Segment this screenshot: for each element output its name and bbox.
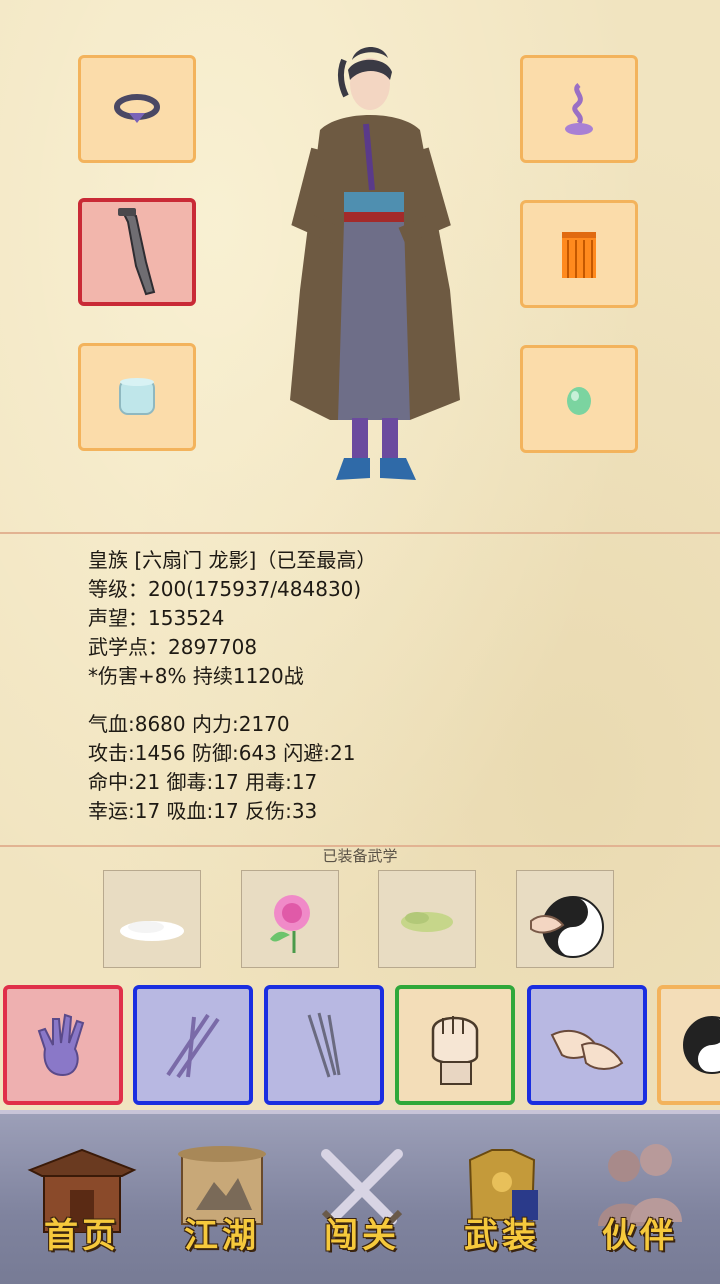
title-line: 皇族 [六扇门 龙影]（已至最高）	[88, 548, 377, 572]
sword-flurry-icon	[166, 1013, 220, 1079]
rose-icon	[270, 895, 310, 953]
character-info: 皇族 [六扇门 龙影]（已至最高） 等级：200(175937/484830) …	[88, 546, 376, 691]
incense-icon	[565, 83, 593, 135]
equip-slot-jade[interactable]	[520, 345, 638, 453]
taiji-skill-icon	[683, 1016, 720, 1074]
reputation-line: 声望：153524	[88, 606, 225, 630]
character-stats: 气血:8680 内力:2170 攻击:1456 防御:643 闪避:21 命中:…	[88, 710, 355, 826]
equip-slot-incense[interactable]	[520, 55, 638, 163]
skill-slot-sword-flurry[interactable]	[133, 985, 253, 1105]
equipped-skill-mist[interactable]	[103, 870, 201, 968]
equipped-skill-rose[interactable]	[241, 870, 339, 968]
jade-icon	[567, 387, 591, 415]
skill-bar	[0, 982, 720, 1106]
nav-gear[interactable]: 武装	[442, 1130, 562, 1270]
martial-points-line: 武学点：2897708	[88, 635, 258, 659]
garment-icon	[562, 232, 596, 278]
level-line: 等级：200(175937/484830)	[88, 577, 362, 601]
nav-partner-label: 伙伴	[602, 1216, 678, 1256]
skill-slot-palm[interactable]	[3, 985, 123, 1105]
stats-row-4: 幸运:17 吸血:17 反伤:33	[88, 799, 318, 823]
fist-icon	[431, 1016, 479, 1085]
blade-icon	[307, 1012, 341, 1078]
nav-home[interactable]: 首页	[22, 1130, 142, 1270]
palm-icon	[37, 1013, 85, 1077]
ring-icon	[114, 94, 160, 123]
skill-slot-fist[interactable]	[395, 985, 515, 1105]
weapon-icon	[118, 208, 156, 296]
equip-slot-garment[interactable]	[520, 200, 638, 308]
equipped-martial-title: 已装备武学	[322, 847, 398, 865]
green-mist-icon	[401, 912, 453, 932]
stats-row-1: 气血:8680 内力:2170	[88, 712, 290, 736]
nav-jianghu[interactable]: 江湖	[162, 1130, 282, 1270]
bracer-icon	[119, 378, 155, 415]
taiji-icon	[530, 896, 604, 958]
character-portrait	[290, 46, 460, 480]
nav-gear-label: 武装	[464, 1216, 540, 1256]
equipped-skill-green-mist[interactable]	[378, 870, 476, 968]
hands-icon	[550, 1030, 624, 1070]
nav-jianghu-label: 江湖	[184, 1216, 260, 1256]
stats-row-2: 攻击:1456 防御:643 闪避:21	[88, 741, 356, 765]
stats-row-3: 命中:21 御毒:17 用毒:17	[88, 770, 318, 794]
mist-icon	[120, 921, 184, 941]
buff-line: *伤害+8% 持续1120战	[88, 664, 304, 688]
nav-challenge[interactable]: 闯关	[302, 1130, 422, 1270]
nav-challenge-label: 闯关	[324, 1216, 400, 1256]
skill-slot-blade[interactable]	[264, 985, 384, 1105]
nav-partner[interactable]: 伙伴	[580, 1130, 700, 1270]
bottom-navigation: 首页 江湖 闯关 武装 伙伴	[0, 1110, 720, 1284]
equip-slot-ring[interactable]	[78, 55, 196, 163]
equip-slot-weapon[interactable]	[78, 198, 196, 306]
skill-slot-hands[interactable]	[527, 985, 647, 1105]
equipped-skill-taiji[interactable]	[516, 870, 614, 968]
nav-home-label: 首页	[44, 1216, 120, 1256]
divider-top	[0, 532, 720, 534]
equip-slot-bracer[interactable]	[78, 343, 196, 451]
skill-slot-taiji[interactable]	[657, 985, 720, 1105]
